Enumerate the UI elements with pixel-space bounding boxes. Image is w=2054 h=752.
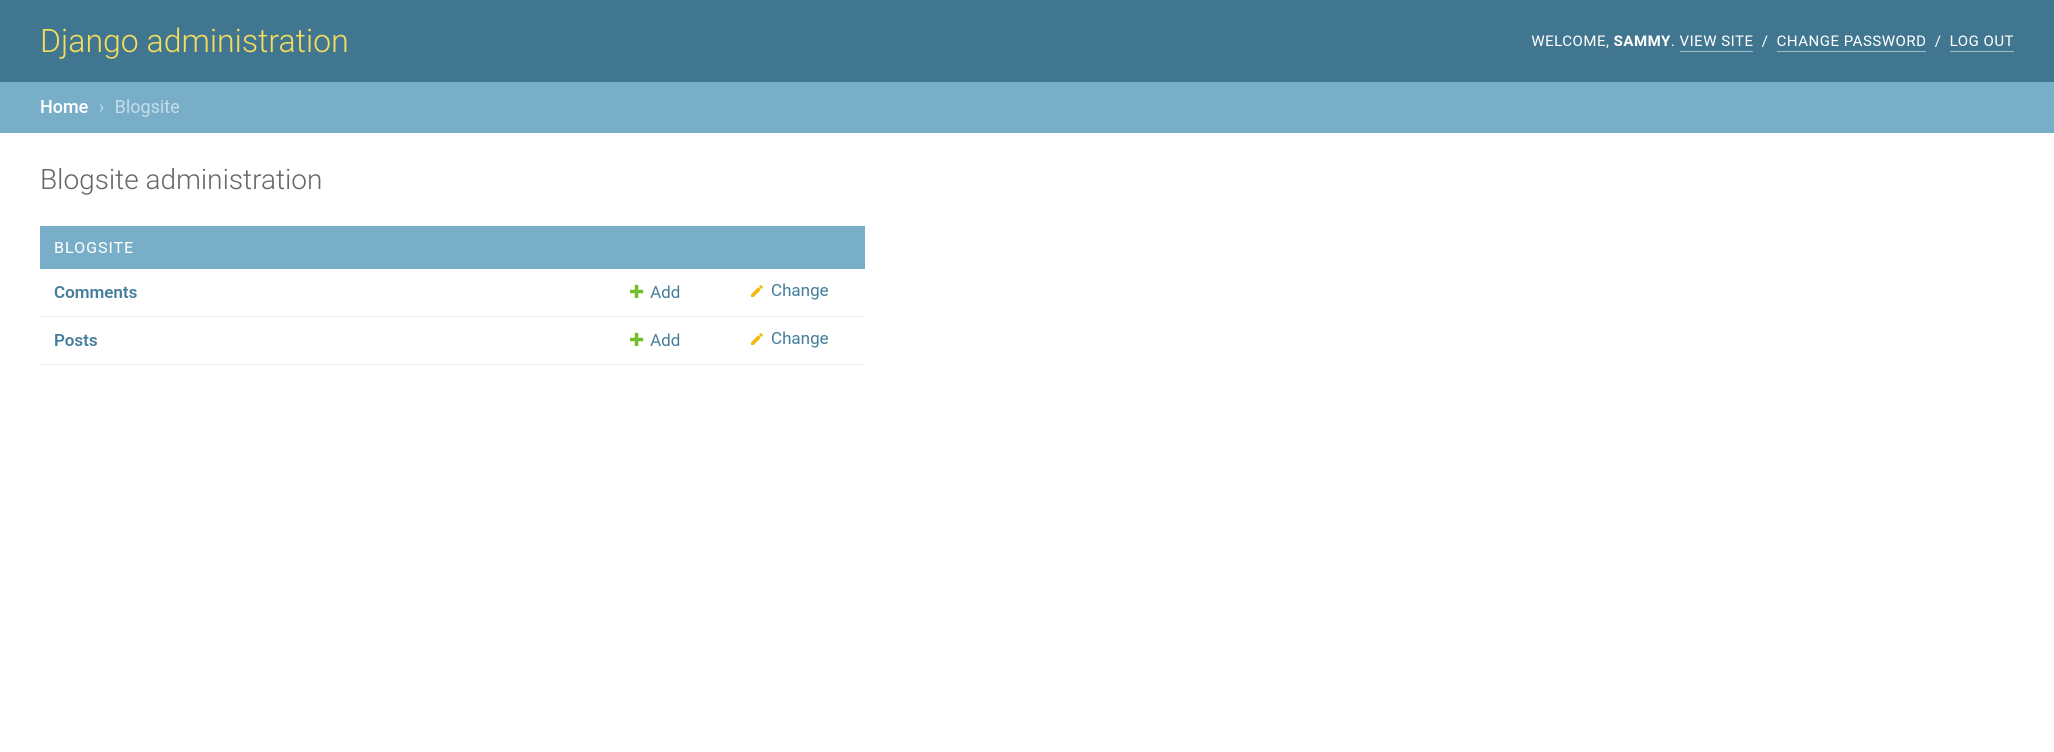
period: . bbox=[1671, 32, 1675, 50]
change-label: Change bbox=[771, 329, 829, 349]
model-row: Posts ✚ Add Change bbox=[40, 317, 865, 365]
content: Blogsite administration BLOGSITE Comment… bbox=[0, 133, 2054, 395]
add-posts-link[interactable]: ✚ Add bbox=[629, 330, 680, 351]
model-row: Comments ✚ Add Change bbox=[40, 269, 865, 317]
pencil-icon bbox=[749, 331, 765, 347]
user-tools: WELCOME, SAMMY. VIEW SITE / CHANGE PASSW… bbox=[1531, 32, 2014, 50]
logout-link[interactable]: LOG OUT bbox=[1950, 32, 2014, 52]
change-password-link[interactable]: CHANGE PASSWORD bbox=[1777, 32, 1927, 52]
breadcrumb-separator: › bbox=[99, 97, 104, 118]
header: Django administration WELCOME, SAMMY. VI… bbox=[0, 0, 2054, 82]
change-label: Change bbox=[771, 281, 829, 301]
add-comments-link[interactable]: ✚ Add bbox=[629, 282, 680, 303]
pencil-icon bbox=[749, 283, 765, 299]
add-label: Add bbox=[650, 283, 680, 303]
view-site-link[interactable]: VIEW SITE bbox=[1680, 32, 1754, 52]
separator: / bbox=[1935, 32, 1942, 50]
model-link-posts[interactable]: Posts bbox=[54, 331, 98, 351]
add-label: Add bbox=[650, 331, 680, 351]
welcome-text: WELCOME, bbox=[1531, 32, 1609, 50]
breadcrumb-home[interactable]: Home bbox=[40, 97, 88, 118]
branding: Django administration bbox=[40, 22, 349, 60]
username: SAMMY bbox=[1614, 32, 1671, 50]
separator: / bbox=[1762, 32, 1769, 50]
page-title: Blogsite administration bbox=[40, 163, 2014, 196]
change-comments-link[interactable]: Change bbox=[749, 281, 829, 301]
breadcrumbs: Home › Blogsite bbox=[0, 82, 2054, 133]
plus-icon: ✚ bbox=[629, 282, 644, 303]
module-caption: BLOGSITE bbox=[40, 226, 865, 269]
plus-icon: ✚ bbox=[629, 330, 644, 351]
site-title: Django administration bbox=[40, 22, 349, 60]
model-link-comments[interactable]: Comments bbox=[54, 283, 137, 303]
app-module: BLOGSITE Comments ✚ Add bbox=[40, 226, 865, 365]
breadcrumb-current: Blogsite bbox=[115, 97, 180, 118]
change-posts-link[interactable]: Change bbox=[749, 329, 829, 349]
